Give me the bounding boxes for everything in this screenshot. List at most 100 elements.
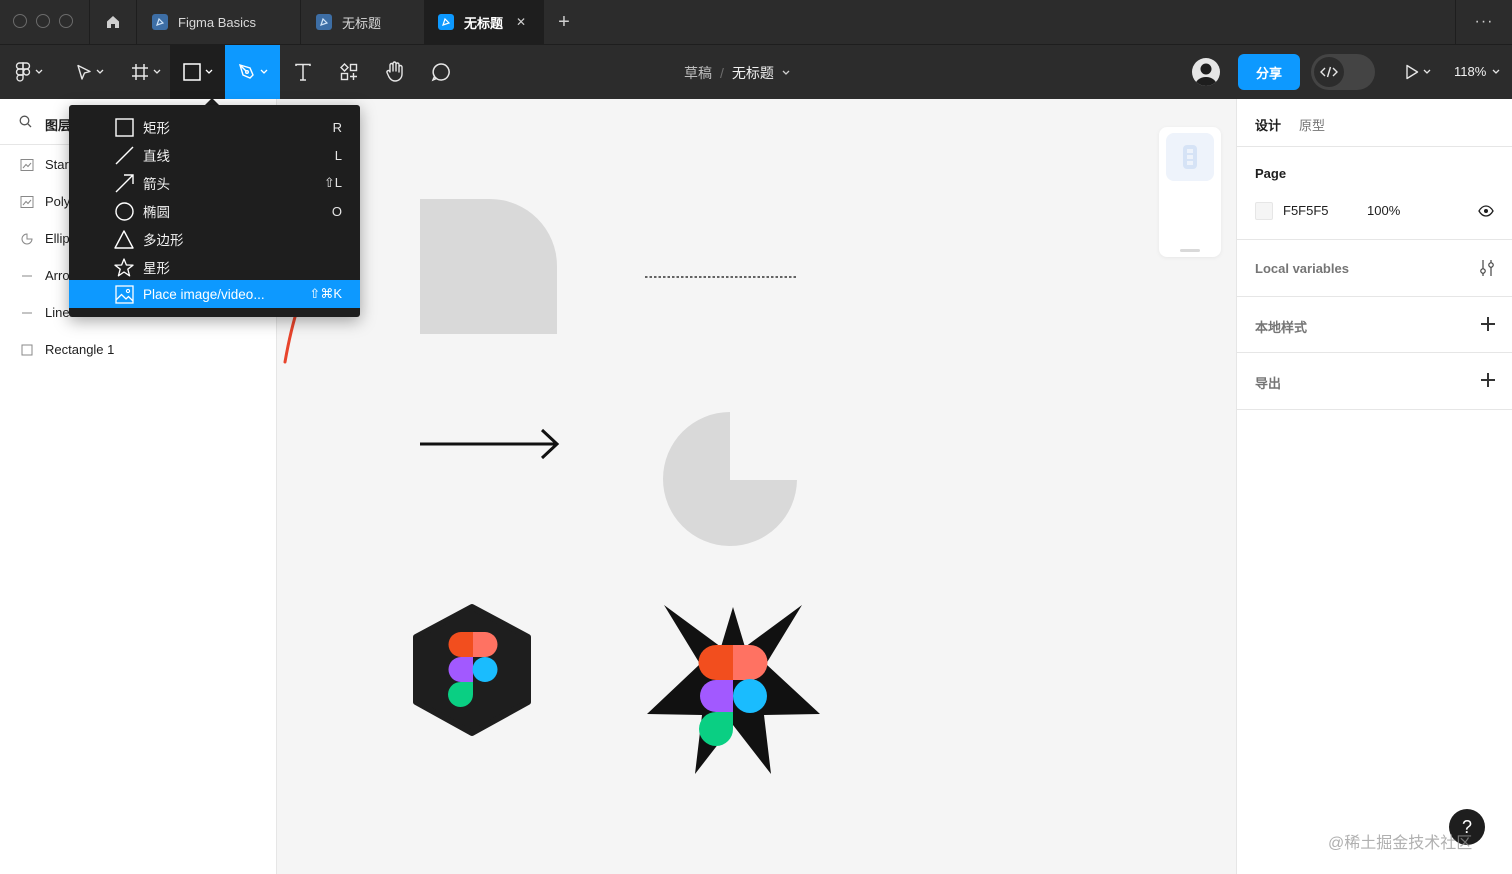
layer-name: Line xyxy=(45,305,70,320)
menu-item-label: 矩形 xyxy=(143,121,170,136)
add-style-icon[interactable] xyxy=(1481,317,1495,331)
file-icon xyxy=(316,14,332,30)
text-tool-button[interactable] xyxy=(280,45,326,99)
chevron-down-icon xyxy=(153,69,161,74)
dev-mode-knob xyxy=(1314,57,1344,87)
layer-name: Ellip xyxy=(45,231,70,246)
comment-tool-button[interactable] xyxy=(418,45,464,99)
rectangle-layer-icon xyxy=(19,342,35,358)
export-section: 导出 xyxy=(1237,353,1512,410)
panel-tabs: 设计 原型 xyxy=(1237,99,1512,147)
tab-prototype[interactable]: 原型 xyxy=(1299,115,1325,134)
rectangle-icon xyxy=(114,117,134,137)
widget-handle xyxy=(1180,249,1200,252)
figma-thumbnail-icon xyxy=(1183,145,1197,169)
tab-untitled-active[interactable]: 无标题 ✕ xyxy=(424,0,544,44)
zoom-label: 118% xyxy=(1454,64,1487,79)
main-menu-button[interactable] xyxy=(6,45,52,99)
layer-name: Poly xyxy=(45,194,71,209)
shape-tool-button[interactable] xyxy=(170,45,225,99)
chevron-down-icon xyxy=(1423,69,1431,74)
search-icon xyxy=(19,115,32,128)
dev-mode-toggle[interactable] xyxy=(1311,54,1375,90)
ellipse-icon xyxy=(114,201,134,221)
main-menu-icon xyxy=(15,62,31,82)
menu-item-star[interactable]: 星形 xyxy=(69,253,360,281)
page-opacity-value[interactable]: 100% xyxy=(1367,203,1400,218)
arrow-icon xyxy=(114,173,134,193)
menu-item-ellipse[interactable]: 椭圆 O xyxy=(69,197,360,225)
tab-figma-basics[interactable]: Figma Basics xyxy=(137,0,300,44)
menu-item-polygon[interactable]: 多边形 xyxy=(69,225,360,253)
window-minimize-button[interactable] xyxy=(36,14,50,28)
tab-untitled-1[interactable]: 无标题 xyxy=(301,0,424,44)
tab-design[interactable]: 设计 xyxy=(1255,115,1281,134)
code-icon xyxy=(1320,66,1338,78)
frame-icon xyxy=(132,64,148,80)
layer-row[interactable]: Rectangle 1 xyxy=(0,331,277,368)
eye-icon[interactable] xyxy=(1478,205,1494,217)
file-icon xyxy=(152,14,168,30)
menu-item-label: 箭头 xyxy=(143,177,170,192)
menu-pointer xyxy=(205,98,219,105)
local-styles-label: 本地样式 xyxy=(1255,320,1308,335)
tab-label: 无标题 xyxy=(464,15,504,31)
present-button[interactable] xyxy=(1398,45,1438,99)
home-button[interactable] xyxy=(90,0,136,44)
canvas-widget[interactable] xyxy=(1159,127,1221,257)
menu-item-shortcut: R xyxy=(332,119,342,135)
share-button[interactable]: 分享 xyxy=(1238,54,1300,90)
zoom-menu[interactable]: 118% xyxy=(1454,64,1500,79)
window-close-button[interactable] xyxy=(13,14,27,28)
menu-item-label: 星形 xyxy=(143,261,170,276)
rectangle-icon xyxy=(182,63,201,81)
variables-adjust-icon[interactable] xyxy=(1479,259,1495,277)
pen-tool-button[interactable] xyxy=(225,45,280,99)
resources-button[interactable] xyxy=(326,45,372,99)
window-zoom-button[interactable] xyxy=(59,14,73,28)
menu-item-shortcut: ⇧⌘K xyxy=(309,286,342,301)
canvas[interactable] xyxy=(277,99,1236,874)
frame-tool-button[interactable] xyxy=(122,45,170,99)
add-export-icon[interactable] xyxy=(1481,373,1495,387)
polygon-layer-icon xyxy=(19,194,35,210)
tab-label: Figma Basics xyxy=(178,14,257,30)
shape-menu: 矩形 R 直线 L 箭头 ⇧L 椭圆 O 多边形 星形 Place image/… xyxy=(69,105,360,317)
menu-item-rectangle[interactable]: 矩形 R xyxy=(69,113,360,141)
ellipse-layer-icon xyxy=(19,231,35,247)
breadcrumb-project[interactable]: 草稿 xyxy=(684,63,712,83)
menu-item-label: 直线 xyxy=(143,149,170,164)
canvas-shapes xyxy=(283,199,820,774)
chevron-down-icon[interactable] xyxy=(782,70,790,76)
tab-bar: Figma Basics 无标题 无标题 ✕ + ··· xyxy=(0,0,1512,44)
page-color-swatch[interactable] xyxy=(1255,202,1273,220)
move-icon xyxy=(77,64,91,80)
polygon-icon xyxy=(114,229,134,249)
comment-icon xyxy=(431,63,450,82)
menu-item-label: 椭圆 xyxy=(143,205,170,220)
avatar[interactable] xyxy=(1192,58,1220,86)
chevron-down-icon xyxy=(205,69,212,74)
file-icon xyxy=(438,14,454,30)
star-shape xyxy=(647,605,820,774)
new-tab-button[interactable]: + xyxy=(548,0,580,44)
polygon-shape xyxy=(413,604,531,736)
hand-tool-button[interactable] xyxy=(372,45,418,99)
menu-item-line[interactable]: 直线 L xyxy=(69,141,360,169)
move-tool-button[interactable] xyxy=(66,45,114,99)
page-color-value[interactable]: F5F5F5 xyxy=(1283,203,1329,218)
toolbar: 草稿 / 无标题 分享 118% xyxy=(0,44,1512,99)
more-icon[interactable]: ··· xyxy=(1466,0,1502,44)
breadcrumb-file[interactable]: 无标题 xyxy=(732,63,774,83)
layer-name: Star xyxy=(45,157,69,172)
menu-item-shortcut: O xyxy=(331,203,342,219)
user-icon xyxy=(1195,63,1217,86)
hand-icon xyxy=(386,61,403,82)
properties-panel: 设计 原型 Page F5F5F5 100% Local variables 本… xyxy=(1236,99,1512,874)
close-tab-icon[interactable]: ✕ xyxy=(516,15,526,29)
layer-name: Arro xyxy=(45,268,70,283)
menu-item-arrow[interactable]: 箭头 ⇧L xyxy=(69,169,360,197)
local-variables-section[interactable]: Local variables xyxy=(1237,240,1512,297)
watermark: @稀土掘金技术社区 xyxy=(1328,835,1473,852)
menu-item-place-image[interactable]: Place image/video... ⇧⌘K xyxy=(69,280,360,308)
